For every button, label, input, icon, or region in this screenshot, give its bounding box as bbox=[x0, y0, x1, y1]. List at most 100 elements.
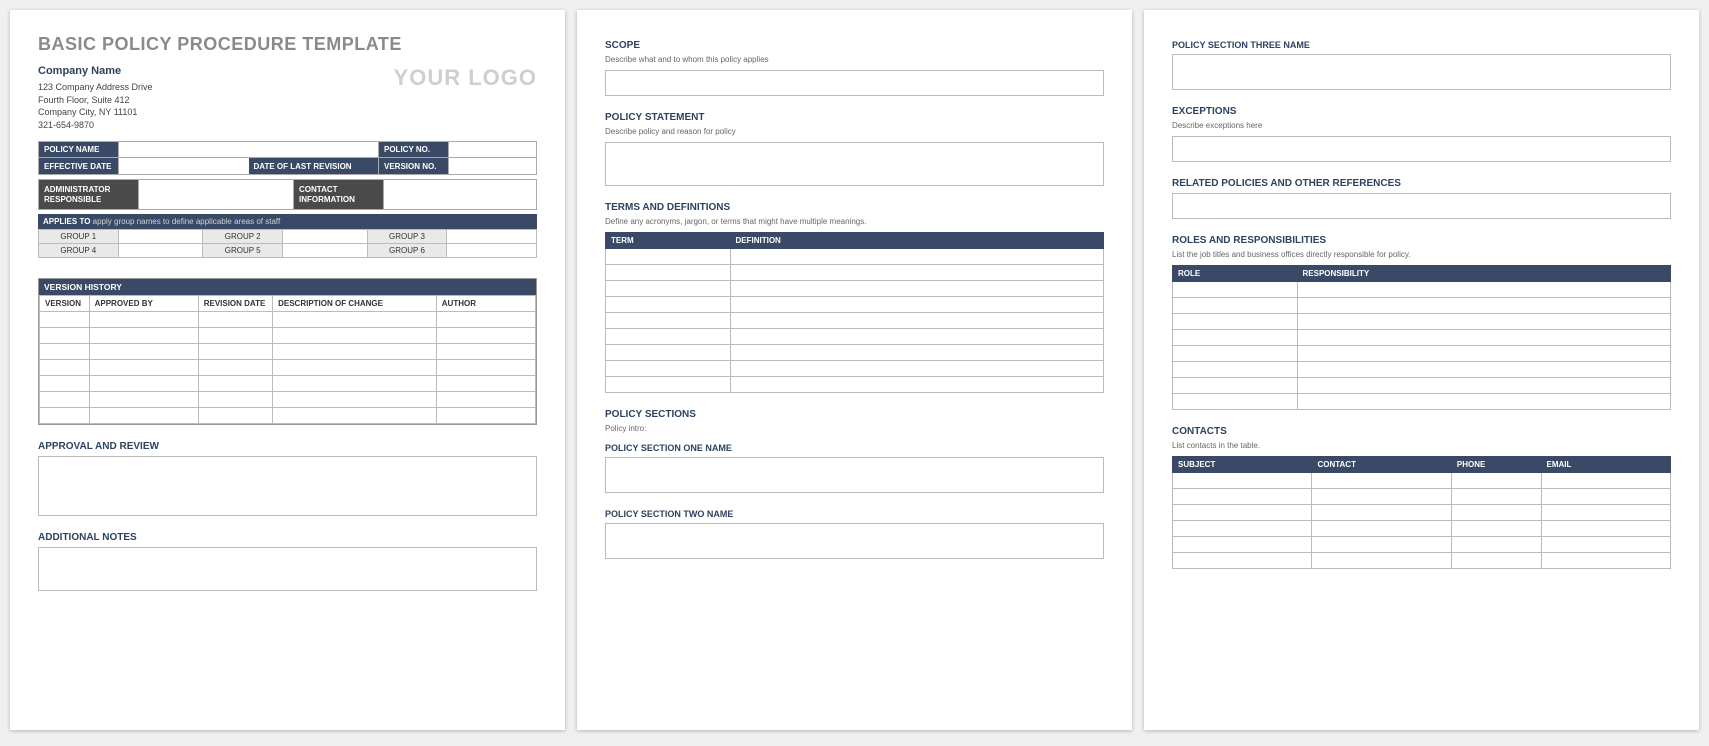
field-policy-no[interactable] bbox=[449, 142, 537, 158]
policy-statement-sub: Describe policy and reason for policy bbox=[605, 127, 1104, 136]
document-title: BASIC POLICY PROCEDURE TEMPLATE bbox=[38, 34, 537, 55]
group-5: GROUP 5 bbox=[203, 244, 283, 258]
col-approved-by: APPROVED BY bbox=[89, 296, 198, 312]
group-4-field[interactable] bbox=[118, 244, 203, 258]
page-1: BASIC POLICY PROCEDURE TEMPLATE Company … bbox=[10, 10, 565, 730]
group-1-field[interactable] bbox=[118, 230, 203, 244]
group-5-field[interactable] bbox=[283, 244, 368, 258]
terms-sub: Define any acronyms, jargon, or terms th… bbox=[605, 217, 1104, 226]
field-effective-date[interactable] bbox=[119, 158, 249, 174]
table-row[interactable] bbox=[40, 312, 536, 328]
logo-placeholder: YOUR LOGO bbox=[394, 65, 537, 91]
table-row[interactable] bbox=[40, 408, 536, 424]
table-row[interactable] bbox=[606, 313, 1104, 329]
company-name: Company Name bbox=[38, 65, 153, 77]
group-6-field[interactable] bbox=[447, 244, 537, 258]
policy-section-one-field[interactable] bbox=[605, 457, 1104, 493]
policy-section-two-header: POLICY SECTION TWO NAME bbox=[605, 509, 1104, 519]
table-row[interactable] bbox=[1173, 505, 1671, 521]
table-row[interactable] bbox=[40, 328, 536, 344]
exceptions-field[interactable] bbox=[1172, 136, 1671, 162]
field-version-no[interactable] bbox=[449, 158, 537, 175]
policy-section-one-header: POLICY SECTION ONE NAME bbox=[605, 443, 1104, 453]
field-contact-info[interactable] bbox=[384, 180, 537, 210]
company-details: Company Name 123 Company Address Drive F… bbox=[38, 65, 153, 131]
additional-notes-field[interactable] bbox=[38, 547, 537, 591]
table-row[interactable] bbox=[1173, 521, 1671, 537]
table-row[interactable] bbox=[1173, 378, 1671, 394]
approval-review-field[interactable] bbox=[38, 456, 537, 516]
roles-sub: List the job titles and business offices… bbox=[1172, 250, 1671, 259]
roles-table: ROLE RESPONSIBILITY bbox=[1172, 265, 1671, 410]
group-2-field[interactable] bbox=[283, 230, 368, 244]
scope-field[interactable] bbox=[605, 70, 1104, 96]
policy-intro-label: Policy intro: bbox=[605, 424, 1104, 433]
field-admin-responsible[interactable] bbox=[139, 180, 294, 210]
table-row[interactable] bbox=[1173, 489, 1671, 505]
table-row[interactable] bbox=[1173, 282, 1671, 298]
table-row[interactable] bbox=[1173, 298, 1671, 314]
label-admin-responsible: ADMINISTRATOR RESPONSIBLE bbox=[39, 180, 139, 210]
scope-sub: Describe what and to whom this policy ap… bbox=[605, 55, 1104, 64]
table-row[interactable] bbox=[606, 297, 1104, 313]
table-row[interactable] bbox=[606, 345, 1104, 361]
policy-section-three-field[interactable] bbox=[1172, 54, 1671, 90]
roles-header: ROLES AND RESPONSIBILITIES bbox=[1172, 235, 1671, 246]
policy-sections-header: POLICY SECTIONS bbox=[605, 409, 1104, 420]
field-policy-name[interactable] bbox=[119, 142, 379, 158]
table-row[interactable] bbox=[40, 376, 536, 392]
terms-table: TERM DEFINITION bbox=[605, 232, 1104, 393]
policy-statement-field[interactable] bbox=[605, 142, 1104, 186]
applies-to-header: APPLIES TO apply group names to define a… bbox=[38, 214, 537, 229]
col-subject: SUBJECT bbox=[1173, 457, 1312, 473]
col-description: DESCRIPTION OF CHANGE bbox=[273, 296, 437, 312]
col-version: VERSION bbox=[40, 296, 90, 312]
table-row[interactable] bbox=[1173, 537, 1671, 553]
policy-meta-row-1: POLICY NAME POLICY NO. EFFECTIVE DATE DA… bbox=[38, 141, 537, 175]
approval-review-header: APPROVAL AND REVIEW bbox=[38, 441, 537, 452]
terms-header: TERMS AND DEFINITIONS bbox=[605, 202, 1104, 213]
table-row[interactable] bbox=[1173, 553, 1671, 569]
version-history-block: VERSION HISTORY VERSION APPROVED BY REVI… bbox=[38, 278, 537, 425]
group-3-field[interactable] bbox=[447, 230, 537, 244]
groups-table: GROUP 1 GROUP 2 GROUP 3 GROUP 4 GROUP 5 … bbox=[38, 229, 537, 258]
table-row[interactable] bbox=[606, 377, 1104, 393]
contacts-table: SUBJECT CONTACT PHONE EMAIL bbox=[1172, 456, 1671, 569]
table-row[interactable] bbox=[1173, 362, 1671, 378]
table-row[interactable] bbox=[1173, 346, 1671, 362]
col-revision-date: REVISION DATE bbox=[198, 296, 272, 312]
table-row[interactable] bbox=[606, 265, 1104, 281]
page-2: SCOPE Describe what and to whom this pol… bbox=[577, 10, 1132, 730]
col-contact: CONTACT bbox=[1312, 457, 1451, 473]
group-4: GROUP 4 bbox=[39, 244, 119, 258]
label-policy-name: POLICY NAME bbox=[39, 142, 119, 158]
address-line-1: 123 Company Address Drive bbox=[38, 81, 153, 94]
applies-to-sub: apply group names to define applicable a… bbox=[93, 217, 281, 226]
version-history-table: VERSION APPROVED BY REVISION DATE DESCRI… bbox=[39, 295, 536, 424]
contacts-sub: List contacts in the table. bbox=[1172, 441, 1671, 450]
exceptions-header: EXCEPTIONS bbox=[1172, 106, 1671, 117]
table-row[interactable] bbox=[606, 281, 1104, 297]
exceptions-sub: Describe exceptions here bbox=[1172, 121, 1671, 130]
group-2: GROUP 2 bbox=[203, 230, 283, 244]
phone: 321-654-9870 bbox=[38, 119, 153, 132]
table-row[interactable] bbox=[606, 249, 1104, 265]
col-term: TERM bbox=[606, 233, 731, 249]
group-1: GROUP 1 bbox=[39, 230, 119, 244]
table-row[interactable] bbox=[40, 392, 536, 408]
table-row[interactable] bbox=[1173, 330, 1671, 346]
table-row[interactable] bbox=[606, 361, 1104, 377]
policy-section-two-field[interactable] bbox=[605, 523, 1104, 559]
contacts-header: CONTACTS bbox=[1172, 426, 1671, 437]
table-row[interactable] bbox=[40, 344, 536, 360]
table-row[interactable] bbox=[1173, 314, 1671, 330]
table-row[interactable] bbox=[1173, 394, 1671, 410]
version-history-title: VERSION HISTORY bbox=[39, 279, 536, 295]
col-phone: PHONE bbox=[1451, 457, 1541, 473]
table-row[interactable] bbox=[606, 329, 1104, 345]
related-policies-field[interactable] bbox=[1172, 193, 1671, 219]
table-row[interactable] bbox=[40, 360, 536, 376]
additional-notes-header: ADDITIONAL NOTES bbox=[38, 532, 537, 543]
policy-section-three-header: POLICY SECTION THREE NAME bbox=[1172, 40, 1671, 50]
table-row[interactable] bbox=[1173, 473, 1671, 489]
